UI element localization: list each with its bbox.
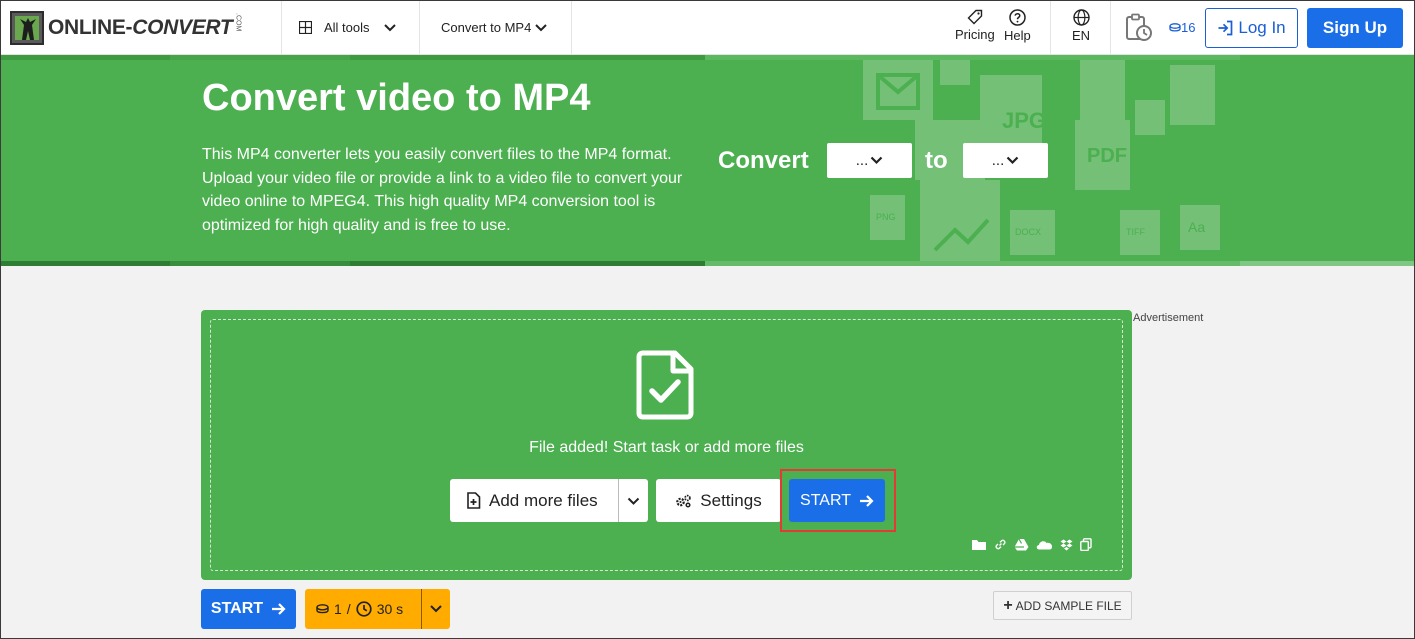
credits-count: 16 xyxy=(1181,20,1196,35)
svg-text:Aa: Aa xyxy=(1188,219,1205,235)
upload-source-icons xyxy=(971,538,1092,551)
chevron-down-icon xyxy=(535,23,548,31)
chevron-down-icon xyxy=(870,156,883,165)
add-more-files-label: Add more files xyxy=(489,490,598,510)
chevron-down-icon xyxy=(430,605,442,613)
source-format-select[interactable]: ... xyxy=(827,143,912,178)
sign-in-icon xyxy=(1218,20,1233,36)
credit-cost: 1 xyxy=(334,601,342,617)
svg-text:PDF: PDF xyxy=(1087,145,1127,167)
all-tools-label: All tools xyxy=(324,20,370,35)
top-header: ONLINE-CONVERT .COM All tools Convert to… xyxy=(0,0,1415,55)
source-format-value: ... xyxy=(855,152,869,169)
language-label: EN xyxy=(1072,28,1091,43)
start-button[interactable]: START xyxy=(789,479,885,522)
to-label: to xyxy=(925,147,948,174)
grid-icon xyxy=(299,21,312,34)
pricing-link[interactable]: Pricing xyxy=(955,9,995,42)
header-divider xyxy=(281,0,282,55)
credits-counter[interactable]: 16 xyxy=(1169,20,1195,35)
coin-stack-icon xyxy=(1169,23,1181,32)
hero-stripe-bottom xyxy=(0,261,1415,266)
page-title: Convert video to MP4 xyxy=(202,77,591,119)
target-format-value: ... xyxy=(991,152,1005,169)
cost-dropdown-toggle[interactable] xyxy=(422,605,450,613)
start-label: START xyxy=(800,491,851,509)
hero-banner: JPG PDF PNG DOCX TIFF Aa Convert video t… xyxy=(0,55,1415,266)
logo-text: ONLINE-CONVERT xyxy=(48,16,233,39)
plus-icon: + xyxy=(1003,596,1013,614)
page-description: This MP4 converter lets you easily conve… xyxy=(202,146,683,234)
add-sample-file-button[interactable]: + ADD SAMPLE FILE xyxy=(993,591,1132,620)
pricing-label: Pricing xyxy=(955,27,995,42)
svg-text:TIFF: TIFF xyxy=(1126,227,1145,237)
signup-button[interactable]: Sign Up xyxy=(1307,8,1403,48)
logo-figure-icon xyxy=(10,11,44,45)
folder-icon[interactable] xyxy=(971,539,987,551)
svg-text:DOCX: DOCX xyxy=(1015,227,1041,237)
site-logo[interactable]: ONLINE-CONVERT .COM xyxy=(10,11,241,45)
bottom-start-label: START xyxy=(210,600,264,617)
settings-button[interactable]: Settings xyxy=(656,479,781,522)
file-plus-icon xyxy=(467,492,481,509)
chevron-down-icon xyxy=(383,23,396,31)
add-sample-label: ADD SAMPLE FILE xyxy=(1015,598,1122,613)
clock-icon xyxy=(356,601,372,617)
arrow-right-icon xyxy=(272,603,286,615)
dropbox-icon[interactable] xyxy=(1060,539,1073,551)
file-check-icon xyxy=(636,350,694,420)
gears-icon xyxy=(676,494,692,508)
coin-stack-icon xyxy=(316,604,329,614)
header-divider xyxy=(571,0,572,55)
help-label: Help xyxy=(1004,28,1031,43)
add-more-files-button[interactable]: Add more files xyxy=(450,479,648,522)
question-circle-icon xyxy=(1009,9,1026,26)
convert-label: Convert xyxy=(718,147,809,174)
clipboard-clock-icon xyxy=(1126,13,1152,41)
add-more-files-main[interactable]: Add more files xyxy=(450,479,619,522)
svg-text:PNG: PNG xyxy=(876,212,896,222)
svg-text:JPG: JPG xyxy=(1002,108,1046,133)
header-divider xyxy=(1110,0,1111,55)
chevron-down-icon xyxy=(627,497,640,505)
conversion-cost-info[interactable]: 1 / 30 s xyxy=(305,589,422,629)
globe-icon xyxy=(1072,9,1090,26)
file-added-message: File added! Start task or add more files xyxy=(529,439,804,456)
header-divider xyxy=(1050,0,1051,55)
bottom-start-button[interactable]: START xyxy=(201,589,296,629)
time-cost: 30 s xyxy=(376,601,404,617)
logo-suffix: .COM xyxy=(234,13,242,32)
login-label: Log In xyxy=(1238,18,1286,37)
help-link[interactable]: Help xyxy=(1004,9,1031,43)
convert-menu-label: Convert to MP4 xyxy=(441,20,532,35)
link-icon[interactable] xyxy=(994,538,1007,551)
conversion-cost-button[interactable]: 1 / 30 s xyxy=(305,589,450,629)
target-format-select[interactable]: ... xyxy=(963,143,1048,178)
file-types-decoration: JPG PDF PNG DOCX TIFF Aa xyxy=(863,60,1220,266)
upload-dropzone[interactable]: File added! Start task or add more files… xyxy=(201,310,1132,580)
convert-to-mp4-menu[interactable]: Convert to MP4 xyxy=(441,0,548,55)
all-tools-menu[interactable]: All tools xyxy=(299,0,396,55)
google-drive-icon[interactable] xyxy=(1014,538,1029,551)
arrow-right-icon xyxy=(859,494,874,507)
header-divider xyxy=(419,0,420,55)
language-selector[interactable]: EN xyxy=(1072,9,1090,43)
login-button[interactable]: Log In xyxy=(1205,8,1298,48)
task-history-button[interactable] xyxy=(1125,13,1153,48)
signup-label: Sign Up xyxy=(1322,18,1388,37)
cost-separator: / xyxy=(346,601,351,617)
settings-label: Settings xyxy=(700,490,762,510)
add-files-dropdown-toggle[interactable] xyxy=(619,479,648,522)
clipboard-icon[interactable] xyxy=(1080,538,1092,551)
onedrive-icon[interactable] xyxy=(1036,539,1053,550)
chevron-down-icon xyxy=(1006,156,1019,165)
advertisement-label: Advertisement xyxy=(1133,312,1204,324)
tag-icon xyxy=(967,9,983,25)
